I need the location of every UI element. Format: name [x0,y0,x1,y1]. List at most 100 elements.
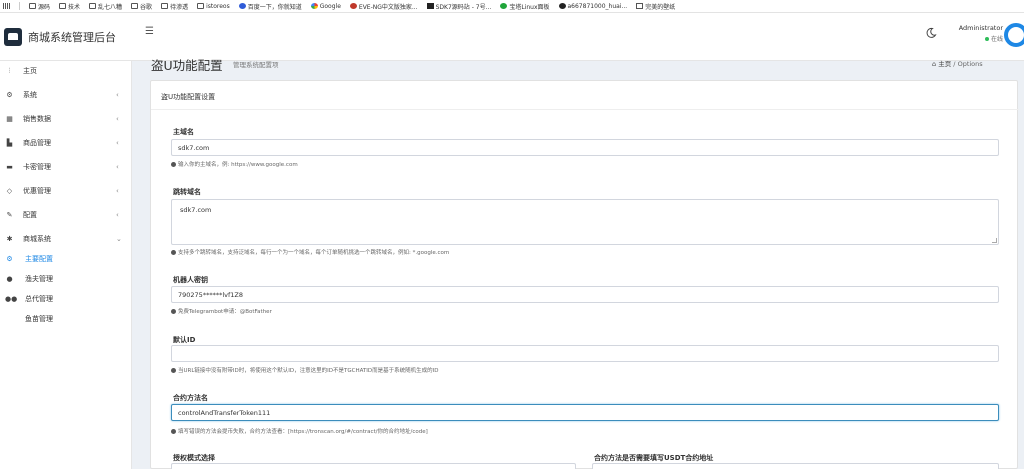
bookmark-label: 完美的壁纸 [645,3,676,11]
sidebar-item-label: 优惠管理 [23,187,51,195]
sidebar-item-fisher[interactable]: ● 渔夫管理 [0,272,132,286]
bookmark-folder-istoreos[interactable]: istoreos [197,3,230,10]
menu-toggle-icon[interactable]: ☰ [145,26,154,37]
bookmark-label: Google [319,2,341,10]
moon-icon[interactable] [925,27,937,39]
default-id-input[interactable] [171,345,999,362]
resize-handle-icon[interactable] [992,238,997,243]
sdk7-icon [426,3,434,9]
bot-token-input[interactable]: 790275******lvf1Z8 [171,286,999,303]
breadcrumb-home[interactable]: ⌂ 主页 [932,60,951,68]
main-domain-label: 主域名 [173,128,194,136]
bookmark-folder-tech[interactable]: 技术 [59,2,80,11]
bookmark-apps[interactable] [3,3,10,9]
sidebar-item-label: 商品管理 [23,139,51,147]
cog-icon: ✱ [6,235,13,243]
bot-token-help-text: 免费Telegrambot申请：@BotFather [178,309,272,315]
bookmark-folder-misc[interactable]: 乱七八糟 [89,2,122,11]
jump-domain-textarea[interactable]: sdk7.com [171,199,999,245]
bookmark-folder-pentest[interactable]: 待渗透 [161,2,188,11]
panel-divider [151,109,1019,110]
shop-icon: ▙ [6,139,13,147]
chevron-left-icon: ‹ [116,139,119,147]
logo[interactable]: 商城系统管理后台 [0,13,132,61]
bookmarks-bar: 源码 技术 乱七八糟 谷歌 待渗透 istoreos 百度一下，你就知道 Goo… [0,0,1024,13]
panel-title: 盗U功能配置设置 [161,93,216,101]
sidebar-item-fry[interactable]: 鱼苗管理 [0,312,132,326]
bookmark-baidu[interactable]: 百度一下，你就知道 [238,2,302,11]
default-id-help: 当URL链接中没有附带ID时，将使用这个默认ID，注意这里的ID不是TGCHAT… [171,366,439,374]
baota-icon [500,3,508,9]
bookmark-folder-google[interactable]: 谷歌 [131,2,152,11]
folder-icon [59,3,67,9]
chevron-left-icon: ‹ [116,211,119,219]
user-name: Administrator [958,24,1003,32]
baidu-icon [238,3,246,9]
logo-icon [4,28,22,46]
wrench-icon: ✎ [6,211,13,219]
bookmark-label: a667871000_huai... [567,2,628,10]
bookmark-baota[interactable]: 宝塔Linux面板 [500,2,550,11]
folder-icon [89,3,97,9]
bookmark-github[interactable]: a667871000_huai... [558,2,628,10]
auth-mode-select[interactable] [171,463,576,469]
bookmark-eve-ng[interactable]: EVE-NG中文版独家... [349,2,418,11]
bookmark-google[interactable]: Google [310,2,341,10]
sidebar-item-label: 系统 [23,91,37,99]
sidebar-item-agent[interactable]: ●● 总代管理 [0,292,132,306]
bookmark-label: 待渗透 [170,3,189,11]
page-title: 盗U功能配置 [151,58,223,73]
bookmark-label: EVE-NG中文版独家... [358,3,418,11]
sidebar-item-mall-system[interactable]: ✱ 商城系统 ⌄ [0,232,132,246]
contract-method-label: 合约方法名 [173,394,208,402]
jump-domain-value: sdk7.com [180,206,212,214]
bot-token-label: 机器人密钥 [173,276,208,284]
gear-icon: ⚙ [6,91,13,99]
page-subtitle: 管理系统配置项 [233,61,279,69]
user-icon: ● [6,275,13,283]
sidebar: ⫶ 主页 ⚙ 系统 ‹ ▦ 销售数据 ‹ ▙ 商品管理 ‹ ▬ 卡密管理 ‹ ◇… [0,61,132,469]
user-info[interactable]: Administrator 在线 [945,24,1003,43]
bookmark-label: 源码 [38,3,51,11]
breadcrumb-separator: / [953,60,956,68]
chevron-down-icon: ⌄ [116,235,122,243]
sidebar-item-label: 总代管理 [25,295,53,303]
bookmark-wallpaper[interactable]: 完美的壁纸 [636,2,675,11]
sidebar-item-sales[interactable]: ▦ 销售数据 ‹ [0,112,132,126]
sidebar-item-cards[interactable]: ▬ 卡密管理 ‹ [0,160,132,174]
bookmark-sdk7[interactable]: SDK7源码站 - 7号... [426,2,492,11]
avatar[interactable] [1004,23,1024,47]
question-icon [171,249,176,255]
sidebar-item-main-config[interactable]: ⚙ 主要配置 [0,252,132,266]
usdt-contract-label: 合约方法是否需要填写USDT合约地址 [594,454,714,462]
bookmark-label: 谷歌 [140,3,153,11]
table-icon: ▦ [6,115,13,123]
bookmark-folder-source[interactable]: 源码 [29,2,50,11]
eve-icon [349,3,357,9]
bot-token-help: 免费Telegrambot申请：@BotFather [171,307,272,315]
online-dot-icon [984,37,989,41]
jump-domain-label: 跳转域名 [173,188,201,196]
sidebar-item-label: 卡密管理 [23,163,51,171]
bookmark-label: istoreos [206,2,230,10]
sidebar-item-home[interactable]: ⫶ 主页 [0,64,132,78]
folder-icon [131,3,139,9]
dashboard-icon: ⫶ [8,66,11,75]
bookmark-label: 乱七八糟 [98,3,123,11]
jump-domain-help-text: 支持多个跳转域名，支持泛域名，每行一个为一个域名，每个订单随机挑选一个跳转域名，… [178,250,450,256]
bookmark-label: SDK7源码站 - 7号... [435,3,492,11]
question-icon [171,367,176,373]
main-domain-input[interactable]: sdk7.com [171,139,999,156]
card-icon: ▬ [6,163,13,171]
chevron-left-icon: ‹ [116,91,119,99]
wallpaper-icon [636,3,644,9]
sidebar-item-products[interactable]: ▙ 商品管理 ‹ [0,136,132,150]
main-domain-help-text: 输入你的主域名，例: https://www.google.com [178,162,298,168]
contract-method-input[interactable]: controlAndTransferToken111 [171,404,999,421]
sidebar-item-promotions[interactable]: ◇ 优惠管理 ‹ [0,184,132,198]
usdt-contract-select[interactable] [592,463,999,469]
sidebar-item-config[interactable]: ✎ 配置 ‹ [0,208,132,222]
sidebar-item-system[interactable]: ⚙ 系统 ‹ [0,88,132,102]
app-title: 商城系统管理后台 [28,31,116,44]
user-status: 在线 [945,34,1003,43]
